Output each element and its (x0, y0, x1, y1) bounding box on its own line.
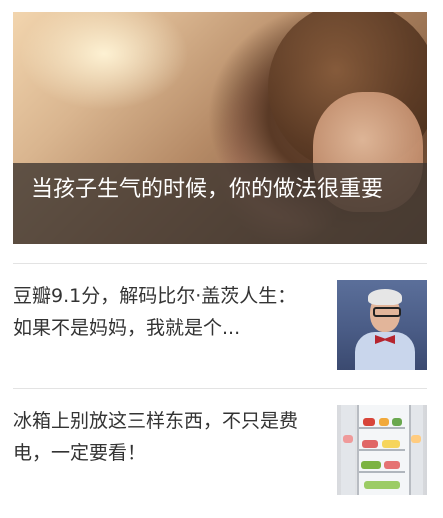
list-item[interactable]: 冰箱上别放这三样东西，不只是费电，一定要看！ (13, 405, 427, 497)
fridge-food (379, 418, 389, 426)
fridge-door-left (341, 405, 355, 495)
hero-caption-overlay: 当孩子生气的时候，你的做法很重要 (13, 163, 427, 244)
divider (13, 388, 427, 389)
hero-title: 当孩子生气的时候，你的做法很重要 (31, 177, 384, 202)
thumbnail-hair (368, 289, 402, 305)
fridge-food (362, 440, 378, 448)
article-title: 豆瓣9.1分，解码比尔·盖茨人生：如果不是妈妈，我就是个... (13, 285, 297, 339)
fridge-food (392, 418, 402, 426)
article-title: 冰箱上别放这三样东西，不只是费电，一定要看！ (13, 410, 299, 464)
thumbnail-shirt (355, 332, 415, 370)
fridge-food (382, 440, 400, 448)
news-feed: 当孩子生气的时候，你的做法很重要 豆瓣9.1分，解码比尔·盖茨人生：如果不是妈妈… (0, 0, 443, 518)
fridge-shelf (359, 427, 405, 429)
fridge-shelf (359, 449, 405, 451)
hero-article-card[interactable]: 当孩子生气的时候，你的做法很重要 (13, 12, 427, 244)
list-item[interactable]: 豆瓣9.1分，解码比尔·盖茨人生：如果不是妈妈，我就是个... (13, 280, 427, 372)
fridge-door-right (409, 405, 423, 495)
fridge-door-item (411, 435, 421, 443)
thumbnail-glasses (373, 307, 401, 317)
fridge-food (364, 481, 400, 489)
fridge-food (361, 461, 381, 469)
fridge-door-item (343, 435, 353, 443)
fridge-food (384, 461, 400, 469)
article-thumbnail (337, 280, 427, 370)
divider (13, 263, 427, 264)
article-thumbnail (337, 405, 427, 495)
fridge-food (363, 418, 375, 426)
fridge-shelf (359, 471, 405, 473)
